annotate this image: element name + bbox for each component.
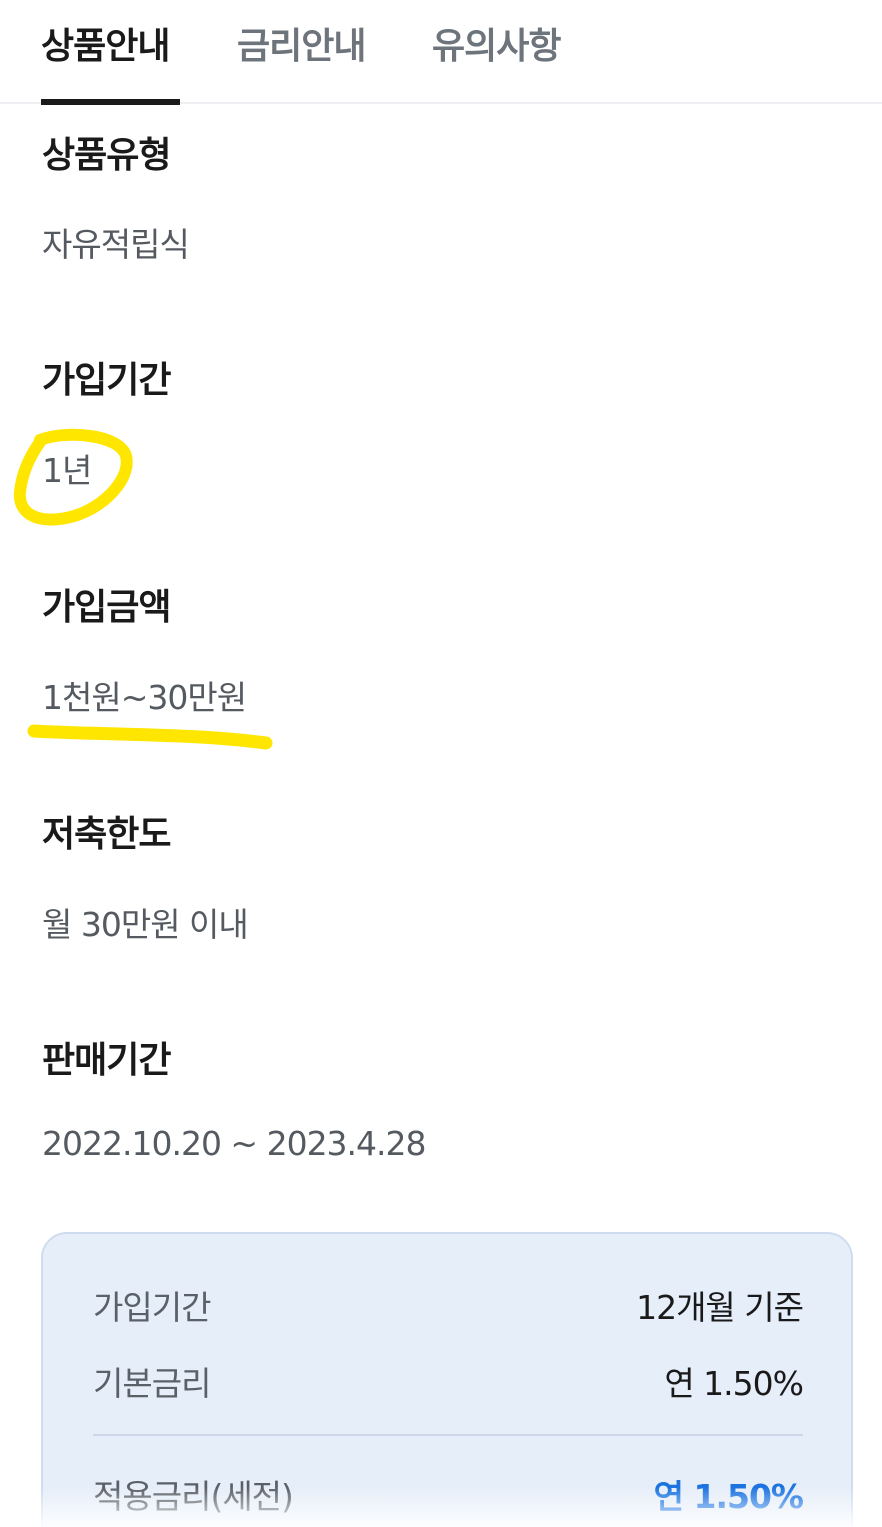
tab-bar: 상품안내 금리안내 유의사항: [0, 0, 882, 105]
limit-value: 월 30만원 이내: [42, 905, 249, 944]
rate-summary-box: 가입기간 12개월 기준 기본금리 연 1.50% 적용금리(세전) 연 1.5…: [41, 1232, 853, 1527]
tab-interest-info[interactable]: 금리안내: [237, 24, 366, 104]
tab-product-info[interactable]: 상품안내: [41, 24, 170, 104]
summary-divider: [93, 1434, 803, 1436]
summary-base-rate-value: 연 1.50%: [664, 1364, 804, 1403]
summary-base-rate-label: 기본금리: [93, 1364, 211, 1403]
product-type-title: 상품유형: [42, 135, 171, 176]
summary-term-value: 12개월 기준: [636, 1288, 804, 1327]
sale-period-value: 2022.10.20 ~ 2023.4.28: [42, 1124, 427, 1163]
term-value: 1년: [42, 451, 92, 490]
amount-title: 가입금액: [42, 587, 171, 628]
product-type-value: 자유적립식: [42, 225, 190, 264]
active-tab-indicator: [41, 99, 180, 105]
summary-applied-rate-label: 적용금리(세전): [93, 1477, 294, 1516]
limit-title: 저축한도: [42, 814, 171, 855]
term-title: 가입기간: [42, 360, 171, 401]
summary-term-label: 가입기간: [93, 1288, 211, 1327]
summary-applied-rate-value: 연 1.50%: [653, 1477, 804, 1516]
tab-notices[interactable]: 유의사항: [432, 24, 561, 104]
amount-value: 1천원~30만원: [42, 678, 247, 717]
sale-period-title: 판매기간: [42, 1040, 171, 1081]
